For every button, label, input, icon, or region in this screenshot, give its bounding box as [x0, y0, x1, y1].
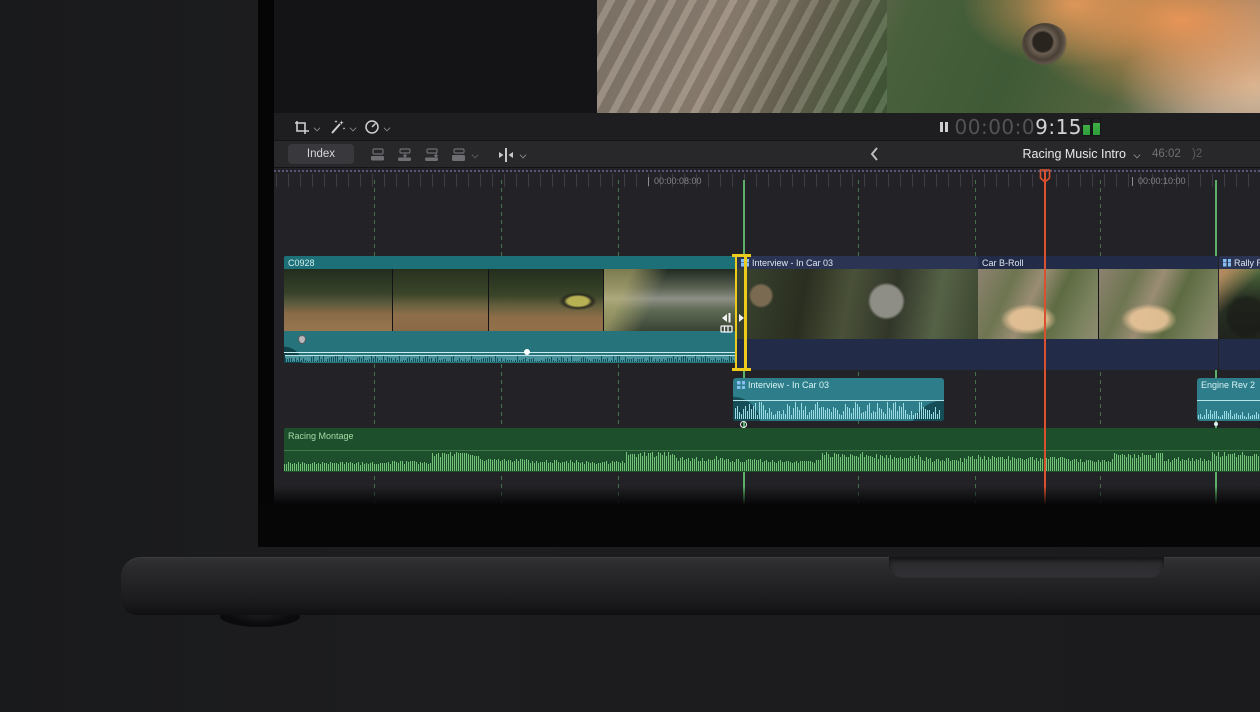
clip-name: Engine Rev 2 — [1201, 380, 1255, 390]
timeline-header-bar: Index Racing Music Intro 46:02 )2 — [274, 141, 1260, 168]
thumbnail-steering-wheel — [1219, 269, 1260, 339]
video-viewer-preview — [597, 0, 1260, 113]
volume-keyframe[interactable] — [524, 349, 530, 355]
timecode-dim: 00:00:0 — [955, 115, 1036, 139]
audio-waveform — [285, 355, 736, 362]
ruler-label-10s: 00:00:10:00 — [1132, 176, 1186, 186]
thumbnail-aerial-car — [1098, 269, 1218, 339]
thumbnail-car-jump — [488, 269, 603, 331]
trim-edit-icons — [718, 310, 748, 334]
audio-meters[interactable] — [1082, 118, 1101, 136]
append-edit-icon[interactable] — [424, 148, 441, 161]
volume-line[interactable] — [1197, 400, 1260, 401]
ruler-major-tick — [648, 177, 649, 186]
playhead-marker[interactable] — [1039, 169, 1051, 183]
trim-tool-button[interactable] — [496, 141, 527, 168]
audio-waveform — [284, 452, 1260, 471]
timecode-bright: 9:15 — [1035, 115, 1082, 139]
enhance-button[interactable] — [328, 119, 357, 135]
volume-line[interactable] — [733, 400, 944, 401]
index-label: Index — [307, 148, 335, 160]
volume-line[interactable] — [284, 450, 1260, 451]
crop-button[interactable] — [294, 120, 321, 135]
chevron-down-icon — [520, 151, 527, 158]
clip-audio-section — [284, 331, 737, 363]
playhead[interactable] — [1044, 170, 1046, 505]
clip-connection-point — [1214, 422, 1218, 426]
connect-edit-icon[interactable] — [370, 148, 387, 161]
laptop-lid-scoop — [889, 557, 1164, 578]
thumbnail-forest-road — [284, 269, 392, 331]
clip-name: Rally Ra — [1234, 258, 1260, 268]
timeline-top-dotted-border — [274, 170, 1260, 172]
clip-c0928[interactable]: C0928 — [284, 256, 737, 363]
clip-interview-video[interactable]: Interview - In Car 03 — [737, 256, 978, 370]
clip-name: Car B-Roll — [982, 258, 1024, 268]
audio-meter-right — [1093, 119, 1100, 135]
thumbnail-car-closeup — [603, 269, 737, 331]
viewer-toolbar: 00:00:09:15 — [274, 113, 1260, 141]
trim-tool-icon — [496, 148, 516, 162]
ruler-major-tick — [1132, 177, 1133, 186]
timeline[interactable]: 00:00:08:00 00:00:10:00 C0928 — [274, 168, 1260, 505]
retime-icon — [364, 119, 380, 135]
clip-name: Interview - In Car 03 — [752, 258, 833, 268]
chevron-down-icon[interactable] — [350, 124, 357, 131]
project-title[interactable]: Racing Music Intro — [946, 147, 1126, 161]
clip-car-broll[interactable]: Car B-Roll — [978, 256, 1218, 370]
clip-interview-audio[interactable]: Interview - In Car 03 — [733, 378, 944, 421]
timeline-ruler[interactable] — [276, 174, 1260, 187]
overwrite-edit-icon — [451, 148, 468, 161]
index-button[interactable]: Index — [288, 144, 354, 164]
partial-timecode: )2 — [1192, 148, 1202, 160]
screen-black-margin — [258, 505, 1260, 547]
chevron-down-icon[interactable] — [314, 124, 321, 131]
thumbnail-aerial-car — [978, 269, 1098, 339]
audio-meter-left — [1083, 119, 1090, 135]
pause-icon — [940, 122, 948, 132]
clip-racing-montage[interactable]: Racing Montage — [284, 428, 1260, 472]
chevron-left-icon[interactable] — [870, 147, 880, 161]
clip-rally[interactable]: Rally Ra — [1219, 256, 1260, 370]
clip-connection-point — [740, 421, 747, 428]
thumbnail-driver-interview — [737, 269, 978, 339]
tire-in-video — [1022, 23, 1068, 65]
clip-engine-rev[interactable]: Engine Rev 2 — [1197, 378, 1260, 421]
crop-icon — [294, 120, 310, 135]
clip-name: Racing Montage — [288, 431, 354, 441]
clip-thumbnails — [284, 269, 737, 331]
retime-button[interactable] — [364, 119, 391, 135]
ruler-label-8s: 00:00:08:00 — [648, 176, 702, 186]
chevron-down-icon[interactable] — [1134, 151, 1141, 158]
clip-thumbnails — [978, 269, 1218, 339]
timecode-display[interactable]: 00:00:09:15 — [940, 113, 1082, 141]
macbook-scene: 00:00:09:15 Index Racing Music Intro 46 — [0, 0, 1260, 712]
synced-clip-icon — [1223, 259, 1231, 267]
chevron-down-icon — [472, 151, 479, 158]
enhance-wand-icon — [328, 119, 346, 135]
chevron-down-icon[interactable] — [384, 124, 391, 131]
audio-waveform — [735, 402, 942, 419]
dirt-road-texture — [597, 0, 887, 113]
insert-edit-icon[interactable] — [397, 148, 414, 161]
clip-name: C0928 — [288, 258, 315, 268]
project-duration: 46:02 — [1152, 148, 1181, 160]
volume-line[interactable] — [284, 352, 737, 353]
audio-waveform — [1198, 404, 1260, 419]
thumbnail-forest-road — [392, 269, 488, 331]
overwrite-edit-button[interactable] — [451, 148, 479, 161]
